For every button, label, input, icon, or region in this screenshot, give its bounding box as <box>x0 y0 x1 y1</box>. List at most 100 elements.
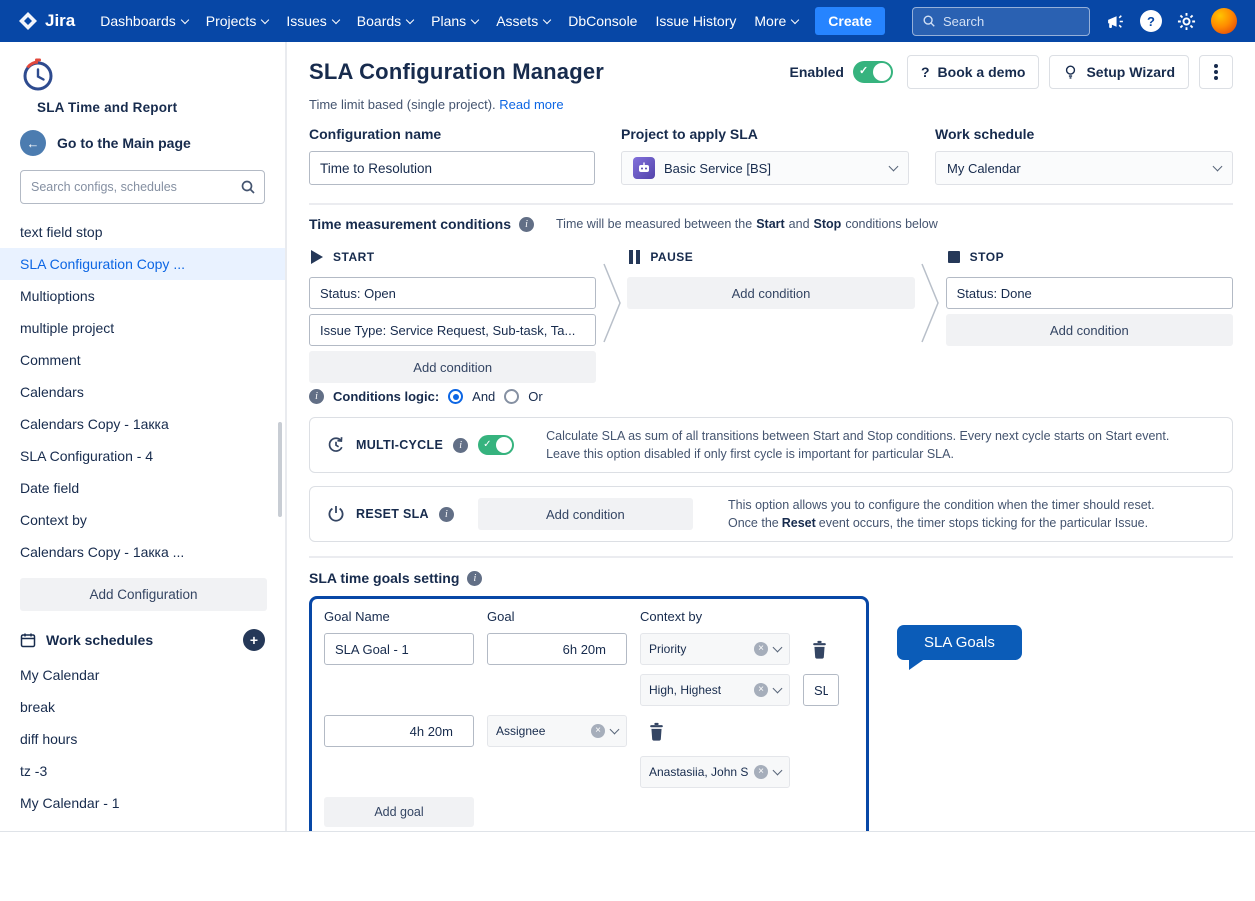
power-icon <box>326 504 346 524</box>
calendar-icon <box>20 632 36 648</box>
config-item[interactable]: Calendars Copy - 1акка ... <box>0 536 285 568</box>
nav-item-dashboards[interactable]: Dashboards <box>91 7 197 35</box>
kebab-icon <box>1214 70 1218 74</box>
schedule-item[interactable]: diff hours <box>0 723 285 755</box>
stop-condition-chip[interactable]: Status: Done <box>946 277 1233 309</box>
context-field-select[interactable]: Assignee × <box>487 715 627 747</box>
global-search[interactable] <box>912 7 1090 36</box>
config-item[interactable]: Comment <box>0 344 285 376</box>
logic-and-label: And <box>472 389 495 404</box>
clear-icon[interactable]: × <box>591 724 605 738</box>
sidebar-search <box>20 170 265 204</box>
help-icon[interactable]: ? <box>1140 10 1162 32</box>
chevron-down-icon <box>261 15 269 23</box>
goal-name-input[interactable] <box>803 674 839 706</box>
nav-item-dbconsole[interactable]: DbConsole <box>559 7 646 35</box>
read-more-link[interactable]: Read more <box>499 97 563 112</box>
search-icon <box>240 179 256 200</box>
context-field-select[interactable]: Priority × <box>640 633 790 665</box>
gear-icon[interactable] <box>1177 12 1196 31</box>
clear-icon[interactable]: × <box>754 683 768 697</box>
multi-cycle-toggle[interactable]: ✓ <box>478 435 514 455</box>
info-icon[interactable]: i <box>467 571 482 586</box>
schedule-item[interactable]: My Calendar <box>0 659 285 691</box>
context-values-select[interactable]: High, Highest × <box>640 674 790 706</box>
announcement-icon[interactable] <box>1106 12 1125 31</box>
back-to-main-link[interactable]: ← Go to the Main page <box>20 130 265 156</box>
config-item[interactable]: Calendars Copy - 1акка <box>0 408 285 440</box>
add-goal-button[interactable]: Add goal <box>324 797 474 827</box>
work-schedule-select[interactable]: My Calendar <box>935 151 1233 185</box>
start-condition-chip[interactable]: Issue Type: Service Request, Sub-task, T… <box>309 314 596 346</box>
jira-brand[interactable]: Jira <box>18 11 75 31</box>
reset-add-condition-button[interactable]: Add condition <box>478 498 693 530</box>
nav-item-projects[interactable]: Projects <box>197 7 278 35</box>
delete-goal-button[interactable] <box>803 633 835 665</box>
schedule-item[interactable]: break <box>0 691 285 723</box>
stop-column: STOP Status: Done Add condition <box>946 246 1233 346</box>
goal-value-input[interactable] <box>324 715 474 747</box>
sidebar-scrollbar[interactable] <box>278 422 282 517</box>
pause-add-condition-button[interactable]: Add condition <box>627 277 914 309</box>
chevron-down-icon <box>773 765 783 775</box>
reset-sla-box: RESET SLA i Add condition This option al… <box>309 486 1233 542</box>
clear-icon[interactable]: × <box>754 765 768 779</box>
nav-item-boards[interactable]: Boards <box>348 7 422 35</box>
schedule-item[interactable]: tz -3 <box>0 755 285 787</box>
clear-icon[interactable]: × <box>754 642 768 656</box>
schedule-item[interactable]: My Calendar - 1 <box>0 787 285 819</box>
config-item[interactable]: Calendars <box>0 376 285 408</box>
work-schedule-label: Work schedule <box>935 126 1233 142</box>
enabled-control: Enabled ✓ <box>790 61 893 83</box>
goal-name-input[interactable] <box>324 633 474 665</box>
start-add-condition-button[interactable]: Add condition <box>309 351 596 383</box>
info-icon[interactable]: i <box>439 507 454 522</box>
goal-value-input[interactable] <box>487 633 627 665</box>
context-by-column-header: Context by <box>640 607 790 624</box>
info-icon[interactable]: i <box>453 438 468 453</box>
config-item[interactable]: multiple project <box>0 312 285 344</box>
config-item[interactable]: Multioptions <box>0 280 285 312</box>
stop-add-condition-button[interactable]: Add condition <box>946 314 1233 346</box>
global-search-input[interactable] <box>943 14 1080 29</box>
project-select[interactable]: Basic Service [BS] <box>621 151 909 185</box>
top-navbar: Jira Dashboards Projects Issues Boards P… <box>0 0 1255 42</box>
delete-goal-button[interactable] <box>640 715 672 747</box>
history-icon <box>326 435 346 455</box>
question-icon: ? <box>921 64 930 80</box>
user-avatar[interactable] <box>1211 8 1237 34</box>
config-item[interactable]: Context by <box>0 504 285 536</box>
logic-and-radio[interactable] <box>448 389 463 404</box>
nav-item-assets[interactable]: Assets <box>487 7 559 35</box>
add-schedule-button[interactable]: + <box>243 629 265 651</box>
nav-item-more[interactable]: More <box>745 7 807 35</box>
add-configuration-button[interactable]: Add Configuration <box>20 578 267 611</box>
nav-item-issues[interactable]: Issues <box>277 7 347 35</box>
sla-app-title: SLA Time and Report <box>37 100 285 115</box>
info-icon[interactable]: i <box>519 217 534 232</box>
config-item[interactable]: SLA Configuration - 4 <box>0 440 285 472</box>
logic-or-radio[interactable] <box>504 389 519 404</box>
context-values-select[interactable]: Anastasiia, John Smit... × <box>640 756 790 788</box>
info-icon[interactable]: i <box>309 389 324 404</box>
enabled-toggle[interactable]: ✓ <box>853 61 893 83</box>
start-condition-chip[interactable]: Status: Open <box>309 277 596 309</box>
back-arrow-icon: ← <box>20 130 46 156</box>
reset-sla-description: This option allows you to configure the … <box>728 496 1216 532</box>
more-options-button[interactable] <box>1199 55 1233 89</box>
goals-section-header: SLA time goals setting i <box>309 570 1233 586</box>
nav-item-plans[interactable]: Plans <box>422 7 487 35</box>
sidebar-search-input[interactable] <box>20 170 265 204</box>
book-demo-button[interactable]: ? Book a demo <box>907 55 1039 89</box>
config-item[interactable]: Date field <box>0 472 285 504</box>
create-button[interactable]: Create <box>815 7 885 35</box>
config-item[interactable]: text field stop <box>0 216 285 248</box>
nav-item-issue-history[interactable]: Issue History <box>646 7 745 35</box>
setup-wizard-button[interactable]: Setup Wizard <box>1049 55 1189 89</box>
config-name-input[interactable] <box>309 151 595 185</box>
enabled-label: Enabled <box>790 64 844 80</box>
page-title: SLA Configuration Manager <box>309 59 604 85</box>
config-item-selected[interactable]: SLA Configuration Copy ... <box>0 248 285 280</box>
conditions-logic-row: i Conditions logic: And Or <box>309 389 596 404</box>
project-label: Project to apply SLA <box>621 126 909 142</box>
